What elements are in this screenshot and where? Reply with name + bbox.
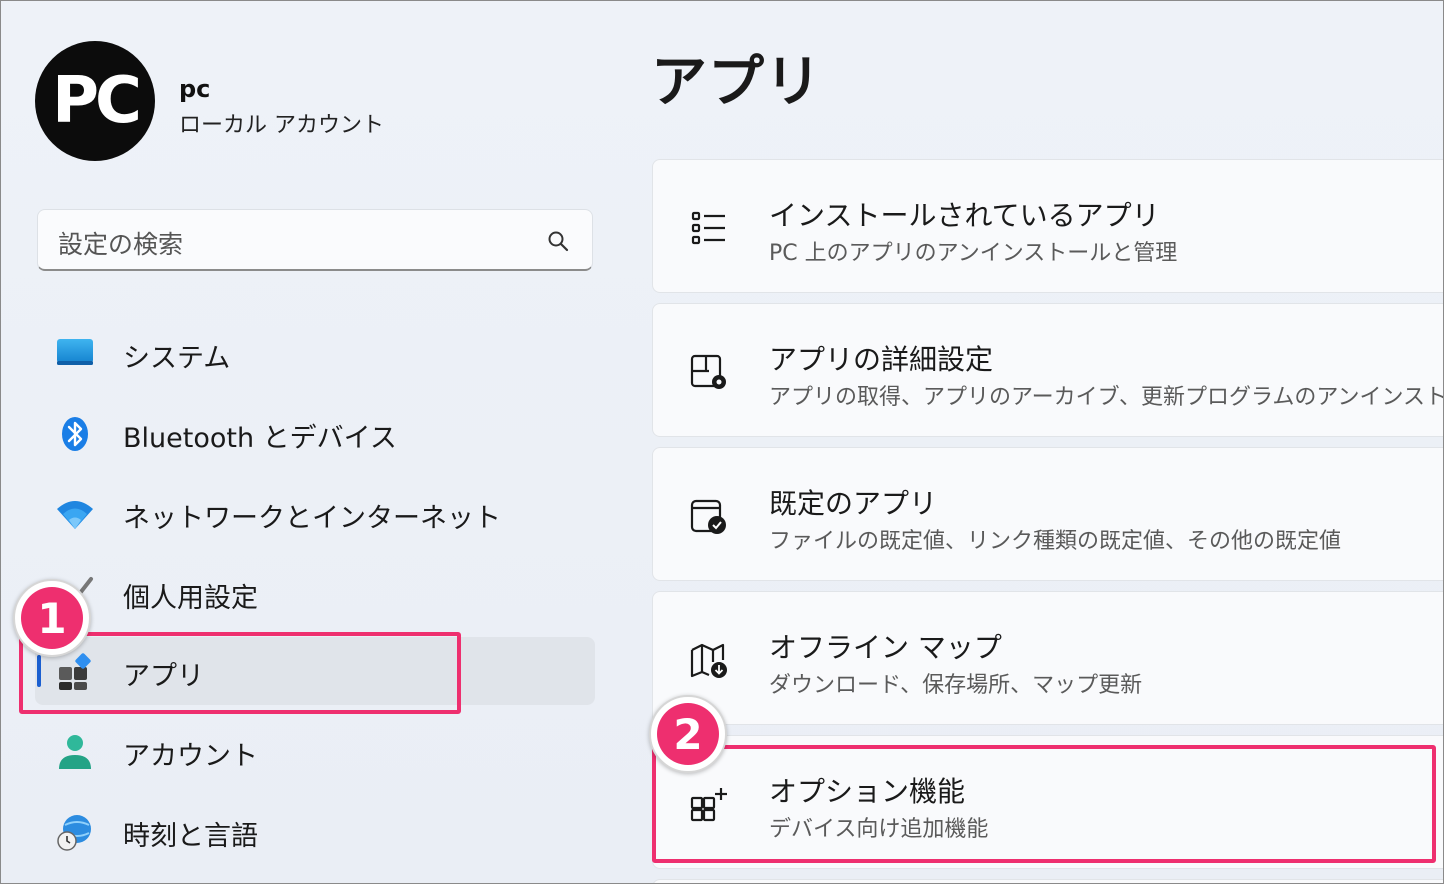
page-title: アプリ (651, 50, 822, 115)
bluetooth-icon (62, 417, 88, 451)
advanced-settings-icon (690, 354, 726, 389)
card-title: 既定のアプリ (769, 487, 938, 520)
card-offline-maps[interactable]: オフライン マップ ダウンロード、保存場所、マップ更新 (652, 591, 1443, 725)
offline-map-icon (690, 643, 727, 678)
card-default-apps[interactable]: 既定のアプリ ファイルの既定値、リンク種類の既定値、その他の既定値 (652, 447, 1443, 581)
card-title: アプリの詳細設定 (769, 343, 994, 376)
avatar-initials: PC (52, 64, 142, 138)
search-placeholder: 設定の検索 (58, 230, 184, 259)
card-subtitle: ダウンロード、保存場所、マップ更新 (769, 673, 1143, 698)
step-badge-1: 1 (13, 579, 91, 657)
account-type: ローカル アカウント (179, 113, 384, 138)
sidebar-item-bluetooth[interactable]: Bluetooth とデバイス (35, 399, 595, 467)
sidebar-item-time-language[interactable]: 時刻と言語 (35, 797, 595, 865)
highlight-box-step2 (652, 745, 1436, 863)
step-number: 1 (21, 587, 83, 649)
card-advanced-app-settings[interactable]: アプリの詳細設定 アプリの取得、アプリのアーカイブ、更新プログラムのアンインスト… (652, 303, 1443, 437)
sidebar-item-personalization[interactable]: 個人用設定 (35, 559, 595, 627)
sidebar-item-label: 時刻と言語 (123, 821, 258, 852)
sidebar-item-system[interactable]: システム (35, 319, 595, 387)
card-next-partial[interactable] (652, 879, 1443, 883)
card-subtitle: ファイルの既定値、リンク種類の既定値、その他の既定値 (769, 529, 1342, 554)
sidebar-item-label: ネットワークとインターネット (123, 503, 501, 534)
sidebar-item-label: Bluetooth とデバイス (123, 423, 397, 454)
search-icon[interactable] (546, 229, 570, 253)
sidebar-item-network[interactable]: ネットワークとインターネット (35, 479, 595, 547)
highlight-box-step1 (19, 632, 461, 714)
wifi-icon (57, 501, 93, 529)
time-language-icon (57, 815, 91, 851)
card-installed-apps[interactable]: インストールされているアプリ PC 上のアプリのアンインストールと管理 (652, 159, 1443, 293)
system-icon (57, 339, 93, 365)
step-badge-2: 2 (649, 695, 727, 773)
search-input[interactable]: 設定の検索 (37, 209, 593, 271)
default-apps-icon (690, 499, 726, 534)
card-subtitle: PC 上のアプリのアンインストールと管理 (769, 241, 1178, 266)
settings-window: PC pc ローカル アカウント 設定の検索 システム Bluetooth とデ… (0, 0, 1444, 884)
card-title: インストールされているアプリ (769, 199, 1160, 232)
step-number: 2 (657, 703, 719, 765)
account-icon (59, 735, 91, 769)
avatar[interactable]: PC (35, 41, 155, 161)
user-name: pc (179, 75, 211, 103)
sidebar-item-label: アカウント (123, 741, 258, 772)
list-icon (691, 211, 725, 245)
sidebar-item-label: 個人用設定 (123, 583, 258, 614)
card-title: オフライン マップ (769, 631, 1002, 664)
sidebar-item-accounts[interactable]: アカウント (35, 717, 595, 785)
card-subtitle: アプリの取得、アプリのアーカイブ、更新プログラムのアンインストールを行う場 (769, 385, 1443, 410)
sidebar-item-label: システム (123, 343, 231, 374)
